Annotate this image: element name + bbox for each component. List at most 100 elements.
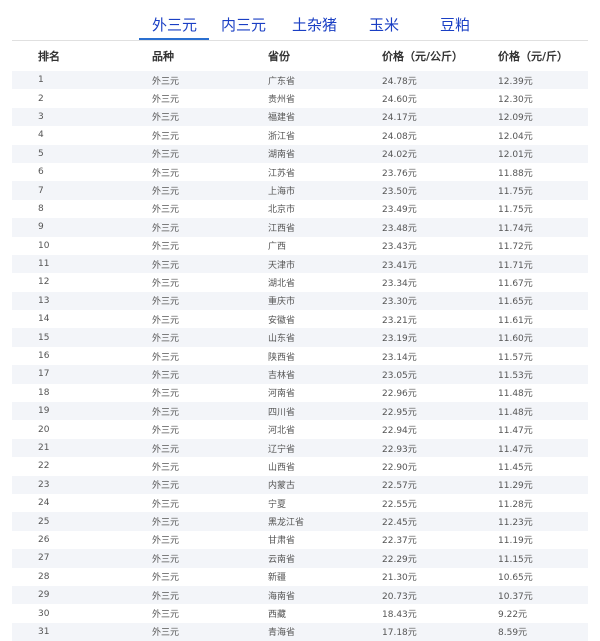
table-row: 3 外三元 福建省 24.17元 12.09元 [12, 107, 588, 127]
tab-dou-po[interactable]: 豆粕 [440, 14, 470, 36]
price-kg-cell: 23.30元 [382, 291, 498, 311]
table-row: 17 外三元 吉林省 23.05元 11.53元 [12, 365, 588, 384]
variety-cell: 外三元 [152, 328, 268, 347]
tab-nei-san-yuan[interactable]: 内三元 [221, 14, 266, 36]
province-cell: 广西 [268, 236, 382, 255]
variety-cell: 外三元 [152, 254, 268, 274]
table-row: 12 外三元 湖北省 23.34元 11.67元 [12, 273, 588, 292]
price-kg-cell: 18.43元 [382, 604, 498, 623]
province-cell: 内蒙古 [268, 475, 382, 494]
table-row: 26 外三元 甘肃省 22.37元 11.19元 [12, 530, 588, 550]
province-cell: 宁夏 [268, 493, 382, 513]
rank-cell: 14 [12, 310, 152, 329]
rank-cell: 31 [12, 622, 152, 641]
table-row: 7 外三元 上海市 23.50元 11.75元 [12, 181, 588, 200]
price-jin-cell: 12.39元 [498, 71, 588, 90]
header-price-per-kg: 价格（元/公斤） [382, 50, 464, 63]
province-cell: 浙江省 [268, 126, 382, 145]
price-jin-cell: 11.65元 [498, 291, 588, 311]
rank-cell: 23 [12, 475, 152, 494]
price-kg-cell: 22.90元 [382, 457, 498, 476]
price-jin-cell: 11.60元 [498, 328, 588, 347]
price-kg-cell: 23.19元 [382, 328, 498, 347]
price-kg-cell: 23.50元 [382, 181, 498, 200]
rank-cell: 29 [12, 585, 152, 605]
table-header-row: 排名 品种 省份 价格（元/公斤） 价格（元/斤） [12, 41, 588, 71]
table-row: 27 外三元 云南省 22.29元 11.15元 [12, 549, 588, 568]
province-cell: 广东省 [268, 71, 382, 90]
table-row: 28 外三元 新疆 21.30元 10.65元 [12, 567, 588, 586]
rank-cell: 1 [12, 71, 152, 90]
rank-cell: 13 [12, 291, 152, 311]
tab-yu-mi[interactable]: 玉米 [369, 14, 399, 36]
table-row: 1 外三元 广东省 24.78元 12.39元 [12, 71, 588, 90]
variety-cell: 外三元 [152, 310, 268, 329]
price-ranking-table: 排名 品种 省份 价格（元/公斤） 价格（元/斤） 1 外三元 广东省 24.78元 1… [12, 41, 588, 641]
rank-cell: 16 [12, 346, 152, 366]
table-row: 15 外三元 山东省 23.19元 11.60元 [12, 328, 588, 347]
price-jin-cell: 11.47元 [498, 438, 588, 458]
price-jin-cell: 11.19元 [498, 530, 588, 550]
province-cell: 重庆市 [268, 291, 382, 311]
price-jin-cell: 11.23元 [498, 512, 588, 531]
table-row: 23 外三元 内蒙古 22.57元 11.29元 [12, 475, 588, 494]
variety-cell: 外三元 [152, 291, 268, 311]
province-cell: 四川省 [268, 402, 382, 421]
table-row: 30 外三元 西藏 18.43元 9.22元 [12, 604, 588, 623]
table-row: 5 外三元 湖南省 24.02元 12.01元 [12, 144, 588, 163]
price-kg-cell: 22.57元 [382, 475, 498, 494]
header-rank: 排名 [38, 50, 60, 63]
price-kg-cell: 22.55元 [382, 493, 498, 513]
province-cell: 吉林省 [268, 365, 382, 384]
price-jin-cell: 9.22元 [498, 604, 588, 623]
price-jin-cell: 11.53元 [498, 365, 588, 384]
rank-cell: 8 [12, 199, 152, 219]
rank-cell: 17 [12, 365, 152, 384]
variety-cell: 外三元 [152, 585, 268, 605]
price-jin-cell: 11.57元 [498, 346, 588, 366]
table-row: 11 外三元 天津市 23.41元 11.71元 [12, 254, 588, 274]
price-kg-cell: 23.14元 [382, 346, 498, 366]
variety-cell: 外三元 [152, 199, 268, 219]
price-jin-cell: 10.65元 [498, 567, 588, 586]
rank-cell: 22 [12, 457, 152, 476]
rank-cell: 11 [12, 254, 152, 274]
table-row: 19 外三元 四川省 22.95元 11.48元 [12, 402, 588, 421]
rank-cell: 30 [12, 604, 152, 623]
province-cell: 云南省 [268, 549, 382, 568]
variety-cell: 外三元 [152, 346, 268, 366]
price-kg-cell: 23.05元 [382, 365, 498, 384]
table-row: 2 外三元 贵州省 24.60元 12.30元 [12, 89, 588, 108]
price-kg-cell: 20.73元 [382, 585, 498, 605]
price-jin-cell: 12.09元 [498, 107, 588, 127]
rank-cell: 3 [12, 107, 152, 127]
price-jin-cell: 11.29元 [498, 475, 588, 494]
province-cell: 安徽省 [268, 310, 382, 329]
province-cell: 福建省 [268, 107, 382, 127]
table-row: 14 外三元 安徽省 23.21元 11.61元 [12, 310, 588, 329]
province-cell: 天津市 [268, 254, 382, 274]
price-kg-cell: 17.18元 [382, 622, 498, 641]
province-cell: 青海省 [268, 622, 382, 641]
variety-cell: 外三元 [152, 567, 268, 586]
rank-cell: 26 [12, 530, 152, 550]
price-kg-cell: 24.08元 [382, 126, 498, 145]
tab-wai-san-yuan[interactable]: 外三元 [152, 14, 197, 36]
rank-cell: 9 [12, 218, 152, 237]
rank-cell: 28 [12, 567, 152, 586]
price-kg-cell: 23.43元 [382, 236, 498, 255]
province-cell: 山西省 [268, 457, 382, 476]
price-jin-cell: 12.04元 [498, 126, 588, 145]
province-cell: 北京市 [268, 199, 382, 219]
table-row: 9 外三元 江西省 23.48元 11.74元 [12, 218, 588, 237]
variety-cell: 外三元 [152, 493, 268, 513]
table-row: 8 外三元 北京市 23.49元 11.75元 [12, 199, 588, 219]
rank-cell: 2 [12, 89, 152, 108]
tab-tu-za-zhu[interactable]: 土杂猪 [292, 14, 337, 36]
table-row: 13 外三元 重庆市 23.30元 11.65元 [12, 291, 588, 311]
price-kg-cell: 22.94元 [382, 420, 498, 439]
variety-cell: 外三元 [152, 438, 268, 458]
province-cell: 辽宁省 [268, 438, 382, 458]
rank-cell: 19 [12, 402, 152, 421]
table-row: 20 外三元 河北省 22.94元 11.47元 [12, 420, 588, 439]
